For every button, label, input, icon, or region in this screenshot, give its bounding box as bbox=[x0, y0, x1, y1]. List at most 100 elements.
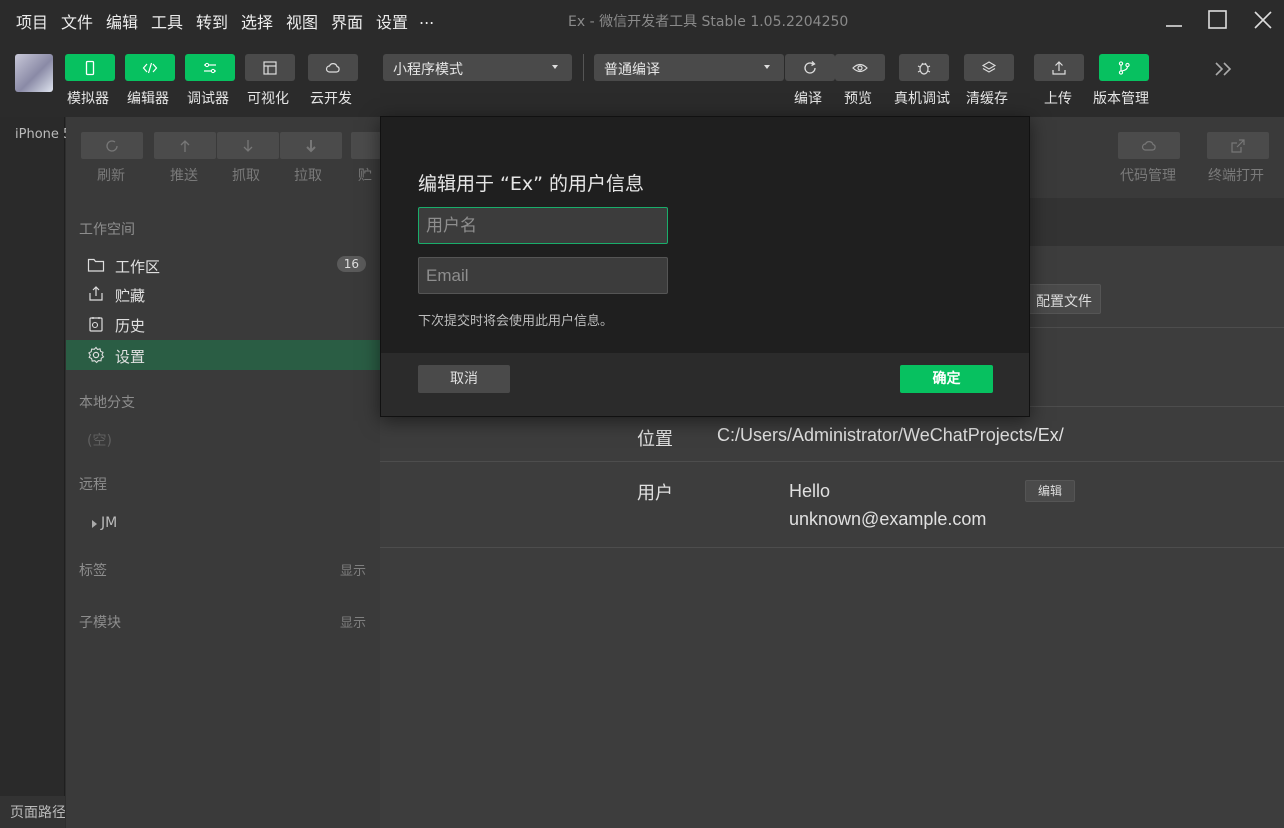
version-control-label: 版本管理 bbox=[1093, 91, 1149, 107]
sidebar-item-label: 历史 bbox=[115, 317, 146, 335]
menubar: 项目 文件 编辑 工具 转到 选择 视图 界面 设置 ... Ex - 微信开发… bbox=[0, 0, 1284, 40]
folder-icon bbox=[87, 258, 105, 272]
username-input[interactable] bbox=[418, 207, 668, 244]
menu-file[interactable]: 文件 bbox=[61, 9, 93, 33]
dialog-title: 编辑用于 “Ex” 的用户信息 bbox=[418, 173, 645, 195]
cancel-button[interactable]: 取消 bbox=[418, 365, 510, 393]
visual-label: 可视化 bbox=[247, 91, 289, 107]
email-input[interactable] bbox=[418, 257, 668, 294]
vc-push-label: 推送 bbox=[170, 168, 198, 184]
sidebar-item-workspace[interactable]: 工作区 16 bbox=[66, 250, 380, 280]
cloud-icon bbox=[325, 62, 340, 73]
remote-item-label: JM bbox=[101, 515, 118, 531]
phone-icon bbox=[85, 60, 95, 75]
edit-user-dialog: 编辑用于 “Ex” 的用户信息 下次提交时将会使用此用户信息。 取消 确定 bbox=[380, 116, 1030, 417]
sliders-icon bbox=[204, 62, 216, 73]
confirm-button[interactable]: 确定 bbox=[900, 365, 993, 393]
row-divider bbox=[380, 461, 1284, 462]
sidebar-item-stash[interactable]: 贮藏 bbox=[66, 279, 380, 309]
vc-refresh-button[interactable] bbox=[81, 132, 143, 159]
user-label: 用户 bbox=[637, 483, 673, 504]
tags-show-toggle[interactable]: 显示 bbox=[340, 560, 366, 579]
code-management-button[interactable] bbox=[1118, 132, 1180, 159]
page-path-label: 页面路径 bbox=[10, 805, 65, 821]
cloud-dev-label: 云开发 bbox=[310, 91, 352, 107]
debugger-button[interactable] bbox=[185, 54, 235, 81]
upload-button[interactable] bbox=[1034, 54, 1084, 81]
vc-stash-button[interactable] bbox=[351, 132, 381, 159]
remote-item-jm[interactable]: JM bbox=[92, 515, 212, 535]
maximize-button[interactable] bbox=[1204, 6, 1232, 34]
sidebar-item-label: 设置 bbox=[115, 348, 146, 366]
menu-more[interactable]: ... bbox=[419, 9, 434, 28]
stash-icon bbox=[89, 286, 103, 301]
main-toolbar: 模拟器 编辑器 调试器 可视化 云开发 小程序模式 普通编译 编译 预览 真机调… bbox=[0, 40, 1284, 117]
minimize-button[interactable] bbox=[1160, 6, 1188, 34]
refresh-icon bbox=[106, 139, 118, 152]
compile-button[interactable] bbox=[785, 54, 835, 81]
preview-label: 预览 bbox=[844, 91, 872, 107]
layers-icon bbox=[981, 60, 997, 73]
menu-view[interactable]: 视图 bbox=[286, 9, 318, 33]
editor-button[interactable] bbox=[125, 54, 175, 81]
version-control-button[interactable] bbox=[1099, 54, 1149, 81]
avatar[interactable] bbox=[15, 54, 53, 92]
sidebar-item-settings[interactable]: 设置 bbox=[66, 340, 380, 370]
code-management-label: 代码管理 bbox=[1120, 168, 1176, 184]
submodule-show-toggle[interactable]: 显示 bbox=[340, 612, 366, 631]
count-badge: 16 bbox=[336, 256, 366, 272]
eye-icon bbox=[852, 63, 868, 72]
external-link-icon bbox=[1231, 138, 1245, 153]
menu-edit[interactable]: 编辑 bbox=[106, 9, 138, 33]
menu-select[interactable]: 选择 bbox=[241, 9, 273, 33]
chevron-right-icon bbox=[92, 520, 97, 528]
workspace-header: 工作空间 bbox=[79, 222, 135, 238]
chevron-down-icon bbox=[764, 65, 770, 69]
history-icon bbox=[89, 317, 103, 332]
vc-fetch-button[interactable] bbox=[217, 132, 279, 159]
visual-button[interactable] bbox=[245, 54, 295, 81]
menu-interface[interactable]: 界面 bbox=[331, 9, 363, 33]
vc-stash-label: 贮 bbox=[358, 168, 372, 184]
mode-select[interactable]: 小程序模式 bbox=[383, 54, 572, 81]
cloud-dev-button[interactable] bbox=[308, 54, 358, 81]
remote-debug-button[interactable] bbox=[899, 54, 949, 81]
debugger-label: 调试器 bbox=[187, 91, 229, 107]
submodule-header: 子模块 bbox=[79, 615, 121, 631]
menu-tools[interactable]: 工具 bbox=[151, 9, 183, 33]
refresh-icon bbox=[804, 60, 816, 74]
user-email-value: unknown@example.com bbox=[789, 509, 987, 529]
vc-push-button[interactable] bbox=[154, 132, 216, 159]
row-divider bbox=[380, 547, 1284, 548]
close-icon bbox=[1254, 11, 1272, 29]
close-window-button[interactable] bbox=[1249, 6, 1277, 34]
minimize-icon bbox=[1166, 25, 1182, 27]
cloud-upload-icon bbox=[1141, 140, 1156, 151]
compile-select[interactable]: 普通编译 bbox=[594, 54, 784, 81]
remote-debug-label: 真机调试 bbox=[894, 91, 950, 107]
gear-icon bbox=[88, 346, 105, 364]
vc-pull-button[interactable] bbox=[280, 132, 342, 159]
edit-user-button[interactable]: 编辑 bbox=[1025, 480, 1075, 502]
clear-cache-button[interactable] bbox=[964, 54, 1014, 81]
window-title: Ex - 微信开发者工具 Stable 1.05.2204250 bbox=[568, 14, 849, 30]
code-icon bbox=[142, 62, 158, 73]
device-label[interactable]: iPhone 5 bbox=[15, 127, 71, 142]
pull-icon bbox=[306, 139, 316, 152]
dialog-hint: 下次提交时将会使用此用户信息。 bbox=[418, 314, 614, 329]
config-file-button[interactable]: 配置文件 bbox=[1020, 284, 1101, 314]
simulator-button[interactable] bbox=[65, 54, 115, 81]
double-chevron-right-icon[interactable] bbox=[1213, 60, 1235, 78]
location-value: C:/Users/Administrator/WeChatProjects/Ex… bbox=[717, 425, 1064, 445]
edit-user-label: 编辑 bbox=[1037, 484, 1062, 498]
clear-cache-label: 清缓存 bbox=[966, 91, 1008, 107]
terminal-open-button[interactable] bbox=[1207, 132, 1269, 159]
vc-refresh-label: 刷新 bbox=[97, 168, 125, 184]
menu-settings[interactable]: 设置 bbox=[376, 9, 408, 33]
terminal-open-label: 终端打开 bbox=[1208, 168, 1264, 184]
preview-button[interactable] bbox=[835, 54, 885, 81]
remote-header: 远程 bbox=[79, 477, 107, 493]
menu-goto[interactable]: 转到 bbox=[196, 9, 228, 33]
sidebar-item-history[interactable]: 历史 bbox=[66, 309, 380, 339]
menu-project[interactable]: 项目 bbox=[16, 9, 48, 33]
